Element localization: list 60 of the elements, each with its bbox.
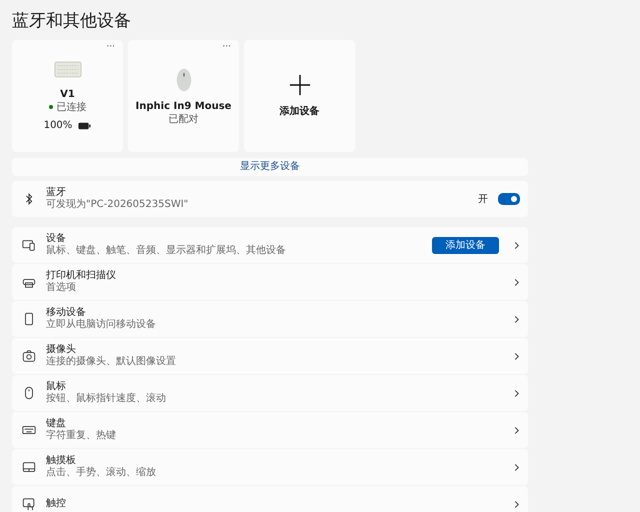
device-name: V1 xyxy=(60,89,75,100)
settings-row[interactable]: 打印机和扫描仪 首选项 xyxy=(12,264,528,300)
battery-icon xyxy=(78,122,92,130)
plus-icon xyxy=(288,74,310,96)
chevron-icon xyxy=(513,240,520,250)
device-name: Inphic In9 Mouse xyxy=(136,100,232,112)
chevron-icon xyxy=(513,388,520,398)
row-subtitle: 连接的摄像头、默认图像设置 xyxy=(46,356,177,368)
settings-row[interactable]: 鼠标 按钮、鼠标指针速度、滚动 xyxy=(12,375,528,411)
touchpad-icon xyxy=(22,460,36,474)
mouse-icon xyxy=(22,386,36,400)
row-subtitle: 可发现为"PC-202605235SWI" xyxy=(46,199,190,211)
chevron-icon xyxy=(513,314,520,324)
row-title: 触控 xyxy=(46,498,67,510)
device-card[interactable]: ··· Inphic In9 Mouse 已配对 xyxy=(128,40,239,152)
keyboard-icon xyxy=(22,423,36,437)
devices-icon xyxy=(22,238,36,252)
device-status: 已连接 xyxy=(56,100,86,114)
device-status: 已配对 xyxy=(168,112,198,126)
row-title: 移动设备 xyxy=(46,307,87,318)
camera-icon xyxy=(22,349,36,363)
row-title: 打印机和扫描仪 xyxy=(46,270,117,282)
row-title: 设备 xyxy=(46,233,67,244)
row-title: 键盘 xyxy=(46,418,67,430)
card-label: 添加设备 xyxy=(280,104,320,118)
settings-row[interactable]: 设备 鼠标、键盘、触笔、音频、显示器和扩展坞、其他设备 添加设备 xyxy=(12,227,528,263)
bluetooth-toggle[interactable] xyxy=(498,193,520,205)
row-subtitle: 点击、手势、滚动、缩放 xyxy=(46,467,157,479)
settings-row[interactable]: 摄像头 连接的摄像头、默认图像设置 xyxy=(12,338,528,374)
settings-row[interactable]: 移动设备 立即从电脑访问移动设备 xyxy=(12,301,528,337)
chevron-icon xyxy=(513,426,520,434)
row-title: 摄像头 xyxy=(46,344,77,356)
toggle-label: 开 xyxy=(478,193,488,206)
row-subtitle: 鼠标、键盘、触笔、音频、显示器和扩展坞、其他设备 xyxy=(46,245,287,257)
page-title: 蓝牙和其他设备 xyxy=(12,10,132,33)
mouse-icon xyxy=(176,66,192,92)
chevron-icon xyxy=(513,500,520,508)
row-title: 触摸板 xyxy=(46,455,77,466)
row-title: 蓝牙 xyxy=(46,187,67,199)
settings-row[interactable]: 触控 xyxy=(12,486,528,512)
row-subtitle: 立即从电脑访问移动设备 xyxy=(46,319,157,331)
settings-row[interactable]: 键盘 字符重复、热键 xyxy=(12,412,528,448)
chevron-icon xyxy=(513,352,520,360)
settings-row[interactable]: 触摸板 点击、手势、滚动、缩放 xyxy=(12,449,528,485)
device-card[interactable]: ··· V1 已连接 100% xyxy=(12,40,123,152)
battery-level: 100% xyxy=(44,120,72,131)
row-subtitle: 字符重复、热键 xyxy=(46,430,117,442)
more-button[interactable]: ··· xyxy=(106,42,115,52)
row-title: 鼠标 xyxy=(46,381,67,392)
more-button[interactable]: ··· xyxy=(222,42,231,52)
add-device-button[interactable]: 添加设备 xyxy=(432,236,499,254)
row-subtitle: 首选项 xyxy=(46,282,77,294)
device-card[interactable]: 添加设备 xyxy=(244,40,355,152)
chevron-icon xyxy=(513,278,520,286)
row-subtitle: 按钮、鼠标指针速度、滚动 xyxy=(46,393,167,405)
keyboard-icon xyxy=(54,61,82,78)
show-more-link[interactable]: 显示更多设备 xyxy=(12,158,528,176)
hand-icon xyxy=(22,497,36,511)
phone-icon xyxy=(22,312,36,326)
chevron-icon xyxy=(513,462,520,472)
